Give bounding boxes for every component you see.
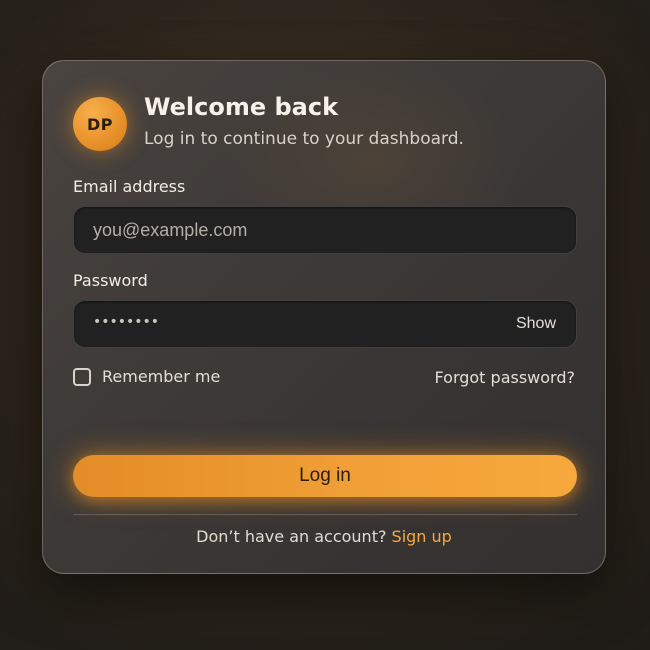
signup-row: Don’t have an account? Sign up	[43, 527, 605, 546]
signup-link[interactable]: Sign up	[392, 527, 452, 546]
password-label: Password	[73, 271, 148, 290]
email-placeholder: you@example.com	[93, 220, 248, 240]
email-label: Email address	[73, 177, 186, 196]
divider	[73, 514, 577, 515]
password-value: ••••••••	[93, 314, 160, 330]
forgot-password-link[interactable]: Forgot password?	[435, 368, 575, 387]
email-field[interactable]: you@example.com	[73, 206, 577, 254]
login-button[interactable]: Log in	[73, 455, 577, 497]
remember-me-label[interactable]: Remember me	[102, 367, 220, 386]
show-password-button[interactable]: Show	[516, 315, 556, 333]
signup-prompt: Don’t have an account?	[196, 527, 392, 546]
page-title: Welcome back	[144, 93, 339, 121]
password-field[interactable]: •••••••• Show	[73, 300, 577, 348]
avatar: DP	[73, 97, 127, 151]
page-subtitle: Log in to continue to your dashboard.	[144, 129, 464, 149]
remember-me-checkbox[interactable]	[73, 367, 91, 386]
login-card: DP Welcome back Log in to continue to yo…	[42, 60, 606, 574]
remember-me-row[interactable]: Remember me	[73, 367, 220, 386]
